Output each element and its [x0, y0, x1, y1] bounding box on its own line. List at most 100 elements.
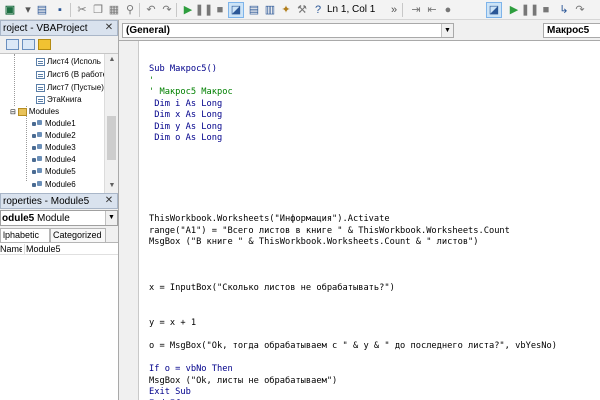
scroll-down-icon[interactable]: ▼ [107, 182, 117, 192]
code-line[interactable]: Dim o As Long [149, 133, 222, 144]
procedure-dropdown-value: Макрос5 [547, 25, 590, 36]
project-explorer-icon[interactable]: ▤ [246, 2, 262, 18]
properties-header: roperties - Module5 ✕ [0, 193, 118, 209]
scroll-up-icon[interactable]: ▲ [107, 56, 117, 66]
tree-item-sheet4[interactable]: Лист4 (Исполь [36, 56, 101, 67]
run-icon[interactable]: ▶ [180, 2, 196, 18]
tree-item-modules-folder[interactable]: ⊟ Modules [10, 106, 59, 117]
code-line[interactable]: MsgBox ("В книге " & ThisWorkbook.Worksh… [149, 237, 479, 248]
chevron-down-icon[interactable]: ▼ [441, 24, 453, 37]
toolbox-icon[interactable]: ⚒ [294, 2, 310, 18]
properties-tabs: lphabetic Categorized [0, 228, 118, 242]
code-line[interactable]: Dim y As Long [149, 122, 222, 133]
code-line[interactable]: x = InputBox("Сколько листов не обрабаты… [149, 283, 395, 294]
collapse-icon[interactable]: ⊟ [10, 108, 16, 116]
property-value[interactable]: Module5 [24, 244, 61, 254]
scrollbar-thumb[interactable] [107, 116, 116, 160]
project-explorer-title: roject - VBAProject [3, 23, 88, 34]
module-icon [32, 131, 43, 140]
redo-icon[interactable]: ↷ [159, 2, 175, 18]
module-icon [32, 143, 43, 152]
tab-alphabetic[interactable]: lphabetic [0, 228, 50, 242]
code-line[interactable]: y = x + 1 [149, 318, 196, 329]
save-icon[interactable]: ▪ [52, 2, 68, 18]
module-icon [32, 119, 43, 128]
code-line[interactable]: Dim x As Long [149, 110, 222, 121]
toggle-breakpoint-icon[interactable]: ● [440, 2, 456, 18]
tree-item-sheet6[interactable]: Лист6 (В работе [36, 69, 104, 80]
properties-object-type: Module [37, 213, 70, 224]
worksheet-icon [36, 70, 45, 79]
code-line[interactable]: range("A1") = "Всего листов в книге " & … [149, 226, 510, 237]
project-tree-scrollbar[interactable]: ▲ ▼ [104, 54, 118, 194]
code-line[interactable]: Sub Макрос5() [149, 64, 217, 75]
tree-item-module2[interactable]: Module2 [32, 130, 76, 141]
worksheet-icon [36, 83, 45, 92]
standard-toolbar: ▣ ▾ ▤ ▪ ✂ ❐ ▦ ⚲ ↶ ↷ ▶ ❚❚ ■ ◪ ▤ ▥ ✦ ⚒ ? L… [0, 0, 600, 20]
toggle-folders-icon[interactable] [38, 39, 51, 50]
cursor-position-status: Ln 1, Col 1 [327, 4, 376, 15]
project-tree: Лист4 (Исполь Лист6 (В работе Лист7 (Пус… [0, 54, 104, 194]
code-line[interactable]: MsgBox ("Ok, листы не обрабатываем") [149, 376, 337, 387]
code-editor[interactable]: Sub Макрос5() ' ' Макрос5 Макрос Dim i As … [119, 40, 600, 400]
chevron-down-icon[interactable]: ▼ [105, 211, 117, 225]
code-line[interactable]: o = MsgBox("Ok, тогда обрабатываем с " &… [149, 341, 557, 352]
reset-icon[interactable]: ■ [212, 2, 228, 18]
indent-icon[interactable]: ⇥ [408, 2, 424, 18]
paste-icon[interactable]: ▦ [106, 2, 122, 18]
properties-title: roperties - Module5 [3, 196, 90, 207]
object-dropdown[interactable]: (General) ▼ [122, 23, 454, 38]
code-line[interactable]: ' [149, 76, 154, 87]
design-mode-right-icon[interactable]: ◪ [486, 2, 502, 18]
object-browser-icon[interactable]: ✦ [278, 2, 294, 18]
cut-icon[interactable]: ✂ [74, 2, 90, 18]
step-over-icon[interactable]: ↷ [572, 2, 588, 18]
tree-item-sheet7[interactable]: Лист7 (Пустые) [36, 82, 104, 93]
copy-icon[interactable]: ❐ [90, 2, 106, 18]
tree-item-module5[interactable]: Module5 [32, 166, 76, 177]
run-right-icon[interactable]: ▶ [506, 2, 522, 18]
step-into-icon[interactable]: ↳ [556, 2, 572, 18]
properties-object-name: odule5 [2, 213, 35, 224]
view-excel-icon[interactable]: ▣ [2, 2, 18, 18]
insert-module-icon[interactable]: ▤ [34, 2, 50, 18]
toolbar-overflow-icon[interactable]: » [386, 2, 402, 18]
property-name: Name) [0, 244, 22, 254]
view-code-icon[interactable] [6, 39, 19, 50]
property-row[interactable]: Name) Module5 [0, 243, 118, 255]
folder-icon [17, 107, 27, 116]
break-right-icon[interactable]: ❚❚ [521, 2, 539, 18]
tree-item-module3[interactable]: Module3 [32, 142, 76, 153]
tree-item-module1[interactable]: Module1 [32, 118, 76, 129]
tree-item-module4[interactable]: Module4 [32, 154, 76, 165]
module-icon [32, 155, 43, 164]
properties-window-icon[interactable]: ▥ [262, 2, 278, 18]
design-mode-icon[interactable]: ◪ [228, 2, 244, 18]
procedure-dropdown[interactable]: Макрос5 [543, 23, 600, 38]
undo-icon[interactable]: ↶ [143, 2, 159, 18]
code-line[interactable]: ThisWorkbook.Worksheets("Информация").Ac… [149, 214, 390, 225]
worksheet-icon [36, 57, 45, 66]
tab-categorized[interactable]: Categorized [50, 228, 106, 242]
help-icon[interactable]: ? [310, 2, 326, 18]
code-line[interactable]: ' Макрос5 Макрос [149, 87, 233, 98]
project-explorer-header: roject - VBAProject ✕ [0, 20, 118, 36]
reset-right-icon[interactable]: ■ [538, 2, 554, 18]
close-icon[interactable]: ✕ [103, 22, 115, 34]
view-object-icon[interactable] [22, 39, 35, 50]
code-line[interactable]: Exit Sub [149, 387, 191, 398]
code-line[interactable]: If o = vbNo Then [149, 364, 233, 375]
find-icon[interactable]: ⚲ [122, 2, 138, 18]
outdent-icon[interactable]: ⇤ [424, 2, 440, 18]
tree-item-thisworkbook[interactable]: ЭтаКнига [36, 94, 82, 105]
close-icon[interactable]: ✕ [103, 195, 115, 207]
object-dropdown-value: (General) [126, 25, 170, 36]
properties-object-select[interactable]: odule5 Module ▼ [0, 210, 118, 226]
code-line[interactable]: Dim i As Long [149, 99, 222, 110]
break-icon[interactable]: ❚❚ [195, 2, 213, 18]
workbook-icon [36, 95, 45, 104]
margin-indicator-bar[interactable] [119, 41, 139, 400]
tree-item-module6[interactable]: Module6 [32, 179, 76, 190]
module-icon [32, 167, 43, 176]
module-icon [32, 180, 43, 189]
